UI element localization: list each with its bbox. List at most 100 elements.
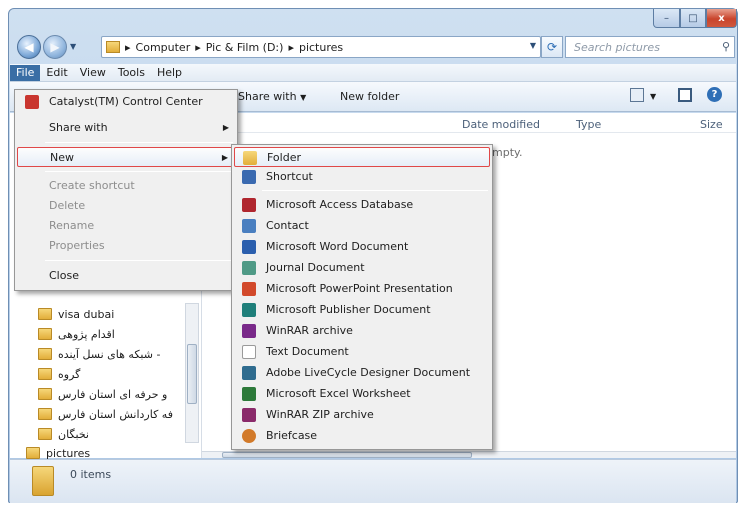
back-arrow-icon: ◀ [24,40,34,54]
tree-scrollbar-thumb[interactable] [187,344,197,404]
tree-item-label: و حرفه ای استان فارس [58,388,168,401]
excel-icon [242,387,256,401]
tree-item[interactable]: visa dubai [38,306,114,324]
new-item-shortcut[interactable]: Shortcut [234,167,490,187]
new-item-access[interactable]: Microsoft Access Database [234,195,490,215]
menu-item-rename[interactable]: Rename [17,216,235,236]
folder-icon [106,41,120,53]
column-size[interactable]: Size [700,118,723,131]
forward-button[interactable]: ▶ [43,35,67,59]
word-icon [242,240,256,254]
folder-icon [32,466,54,496]
menu-item-label: Briefcase [266,429,318,442]
folder-icon [38,428,52,440]
folder-icon [26,447,40,459]
menu-item-new[interactable]: New ▶ [17,147,235,167]
forward-arrow-icon: ▶ [50,40,60,54]
new-item-folder[interactable]: Folder [234,147,490,167]
column-type[interactable]: Type [576,118,601,131]
close-window-button[interactable]: x [706,9,737,28]
menu-edit[interactable]: Edit [40,65,73,81]
menu-separator [45,142,233,143]
breadcrumb-drive[interactable]: Pic & Film (D:) [206,41,284,54]
refresh-icon: ⟳ [546,40,558,54]
publisher-icon [242,303,256,317]
search-input[interactable]: Search pictures ⚲ [565,36,735,58]
minimize-button[interactable]: – [653,9,680,28]
text-icon [242,345,256,359]
briefcase-icon [242,429,256,443]
share-with-button[interactable]: Share with ▼ [238,90,306,103]
menu-item-label: Shortcut [266,170,313,183]
breadcrumb-computer[interactable]: Computer [136,41,191,54]
view-options-icon[interactable] [630,88,644,102]
tree-item-label: گروه [58,368,81,381]
new-item-briefcase[interactable]: Briefcase [234,426,490,446]
menu-item-label: New [50,151,74,164]
menu-item-delete[interactable]: Delete [17,196,235,216]
menu-tools[interactable]: Tools [112,65,151,81]
menu-item-label: Properties [49,239,105,252]
new-item-excel[interactable]: Microsoft Excel Worksheet [234,384,490,404]
address-bar[interactable]: ▸ Computer ▸ Pic & Film (D:) ▸ pictures … [101,36,541,58]
new-item-word[interactable]: Microsoft Word Document [234,237,490,257]
view-dropdown-icon[interactable]: ▼ [650,92,656,101]
tree-item[interactable]: گروه [38,366,80,384]
new-item-contact[interactable]: Contact [234,216,490,236]
menu-bar: File Edit View Tools Help [10,64,736,82]
horizontal-scrollbar-thumb[interactable] [222,452,472,458]
preview-pane-icon[interactable] [678,88,692,102]
help-icon[interactable]: ? [707,87,722,102]
new-item-winrar[interactable]: WinRAR archive [234,321,490,341]
new-item-livecycle[interactable]: Adobe LiveCycle Designer Document [234,363,490,383]
new-item-text[interactable]: Text Document [234,342,490,362]
new-item-powerpoint[interactable]: Microsoft PowerPoint Presentation [234,279,490,299]
menu-item-label: Folder [267,151,301,164]
new-folder-button[interactable]: New folder [340,90,399,103]
address-separator: ▸ [195,40,201,54]
folder-icon [38,388,52,400]
search-placeholder: Search pictures [574,40,660,54]
breadcrumb-pictures[interactable]: pictures [299,41,343,54]
menu-item-catalyst[interactable]: Catalyst(TM) Control Center [17,92,235,112]
menu-file[interactable]: File [10,64,41,81]
column-date-modified[interactable]: Date modified [462,118,540,131]
maximize-button[interactable]: □ [680,9,706,28]
menu-item-create-shortcut[interactable]: Create shortcut [17,176,235,196]
menu-item-label: WinRAR ZIP archive [266,408,374,421]
menu-item-label: Close [49,269,79,282]
menu-item-label: Microsoft PowerPoint Presentation [266,282,453,295]
refresh-button[interactable]: ⟳ [541,36,563,58]
folder-icon [38,328,52,340]
menu-help[interactable]: Help [151,65,188,81]
menu-item-share-with[interactable]: Share with ▶ [17,118,235,138]
new-item-journal[interactable]: Journal Document [234,258,490,278]
tree-scrollbar[interactable] [185,303,199,443]
tree-item[interactable]: نخبگان [38,426,89,444]
new-item-winrar-zip[interactable]: WinRAR ZIP archive [234,405,490,425]
tree-item[interactable]: اقدام پژوهی [38,326,115,344]
back-button[interactable]: ◀ [17,35,41,59]
winrar-icon [242,324,256,338]
address-dropdown-icon[interactable]: ▼ [530,41,536,50]
tree-item[interactable]: شبکه های نسل آینده - [38,346,160,364]
submenu-arrow-icon: ▶ [222,123,229,132]
horizontal-scrollbar[interactable] [202,451,736,458]
tree-item[interactable]: و حرفه ای استان فارس [38,386,167,404]
menu-item-label: Catalyst(TM) Control Center [49,95,203,108]
tree-item[interactable]: فه کاردانش استان فارس [38,406,173,424]
livecycle-icon [242,366,256,380]
folder-icon [38,408,52,420]
folder-icon [38,348,52,360]
menu-item-label: Contact [266,219,309,232]
recent-pages-dropdown[interactable]: ▼ [70,42,76,51]
menu-item-label: Rename [49,219,95,232]
menu-item-properties[interactable]: Properties [17,236,235,256]
chevron-down-icon: ▼ [300,93,307,102]
menu-item-label: Journal Document [266,261,365,274]
file-menu: Catalyst(TM) Control Center Share with ▶… [14,89,238,291]
menu-item-close[interactable]: Close [17,266,235,286]
menu-item-label: Text Document [266,345,349,358]
menu-view[interactable]: View [74,65,112,81]
new-item-publisher[interactable]: Microsoft Publisher Document [234,300,490,320]
